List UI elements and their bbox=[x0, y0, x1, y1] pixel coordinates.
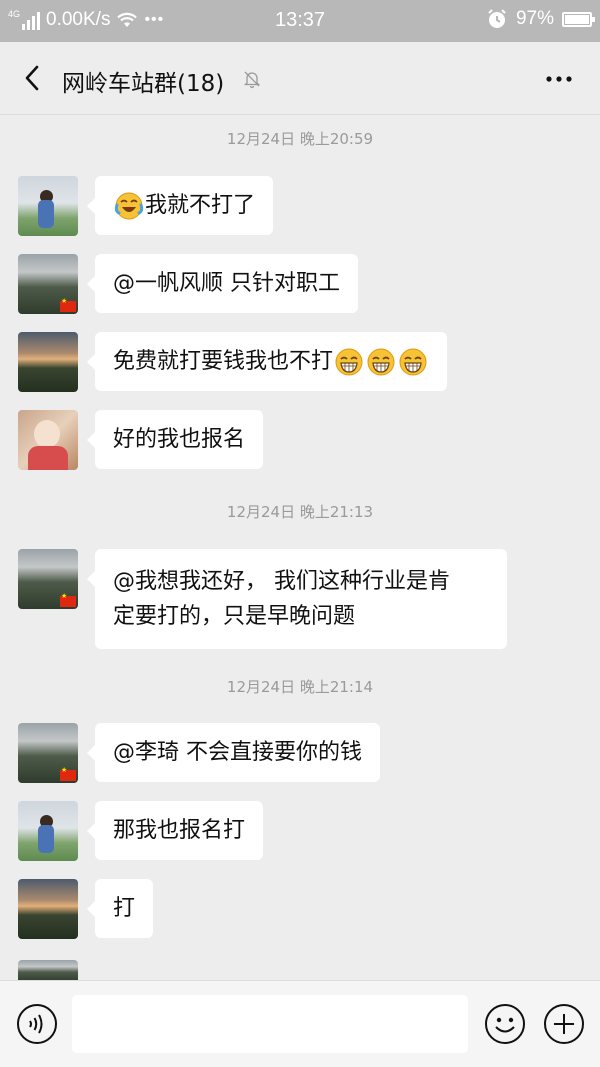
avatar[interactable] bbox=[18, 254, 78, 314]
message-row: 打 bbox=[18, 879, 154, 939]
message-bubble[interactable]: 我就不打了 bbox=[86, 176, 274, 235]
avatar[interactable] bbox=[18, 723, 78, 783]
timestamp: 12月24日 晚上21:13 bbox=[226, 503, 374, 521]
grinning-emoji-icon bbox=[399, 348, 427, 376]
message-text: 我就不打了 bbox=[145, 193, 256, 218]
voice-input-icon[interactable] bbox=[16, 1003, 58, 1045]
message-bubble[interactable]: @李琦 不会直接要你的钱 bbox=[87, 723, 380, 782]
chat-title: 网岭车站群(18) bbox=[62, 71, 225, 97]
message-row: 好的我也报名 bbox=[18, 410, 264, 470]
input-bar bbox=[0, 980, 600, 1067]
message-row: @李琦 不会直接要你的钱 bbox=[18, 723, 380, 783]
alarm-icon bbox=[488, 9, 506, 28]
battery-icon bbox=[562, 11, 595, 27]
chat-area[interactable]: 12月24日 晚上20:59 我就不打了 @一帆风顺 只针对职工 免费就打要钱我… bbox=[0, 114, 600, 980]
message-text: 免费就打要钱我也不打 bbox=[113, 349, 334, 374]
message-bubble[interactable]: 免费就打要钱我也不打 bbox=[86, 332, 448, 391]
message-bubble[interactable]: 好的我也报名 bbox=[86, 410, 264, 469]
avatar[interactable] bbox=[18, 332, 78, 392]
chat-header: 网岭车站群(18) bbox=[0, 42, 600, 115]
battery-percent: 97% bbox=[515, 8, 554, 29]
message-text: @李琦 不会直接要你的钱 bbox=[113, 740, 362, 765]
avatar[interactable] bbox=[18, 176, 78, 236]
plus-icon[interactable] bbox=[543, 1003, 585, 1045]
message-bubble[interactable]: 那我也报名打 bbox=[86, 801, 264, 860]
message-text-line: @我想我还好， 我们这种行业是肯 bbox=[113, 569, 450, 594]
avatar[interactable] bbox=[18, 879, 78, 939]
message-bubble[interactable]: @我想我还好， 我们这种行业是肯 定要打的，只是早晚问题 bbox=[87, 549, 507, 649]
status-bar: 4G 0.00K/s ••• 13:37 97% bbox=[0, 0, 600, 42]
avatar[interactable] bbox=[18, 801, 78, 861]
message-row: 我就不打了 bbox=[18, 176, 274, 236]
grinning-emoji-icon bbox=[335, 348, 363, 376]
message-bubble[interactable]: 打 bbox=[86, 879, 154, 938]
message-text: @一帆风顺 只针对职工 bbox=[113, 271, 340, 296]
back-arrow-icon[interactable] bbox=[18, 62, 50, 94]
message-row: @一帆风顺 只针对职工 bbox=[18, 254, 358, 314]
message-row: 免费就打要钱我也不打 bbox=[18, 332, 448, 392]
muted-bell-icon bbox=[243, 71, 261, 89]
emoji-icon[interactable] bbox=[484, 1003, 526, 1045]
message-row: @我想我还好， 我们这种行业是肯 定要打的，只是早晚问题 bbox=[18, 549, 507, 649]
message-text-line: 定要打的，只是早晚问题 bbox=[113, 604, 356, 629]
message-input[interactable] bbox=[72, 995, 468, 1053]
avatar-partial bbox=[18, 960, 78, 980]
message-bubble[interactable]: @一帆风顺 只针对职工 bbox=[87, 254, 358, 313]
laughing-tears-emoji-icon bbox=[114, 192, 144, 220]
more-options-icon[interactable] bbox=[544, 64, 574, 94]
avatar[interactable] bbox=[18, 410, 78, 470]
message-text: 那我也报名打 bbox=[113, 818, 246, 843]
timestamp: 12月24日 晚上21:14 bbox=[226, 678, 374, 696]
grinning-emoji-icon bbox=[367, 348, 395, 376]
message-text: 打 bbox=[113, 896, 136, 921]
message-row: 那我也报名打 bbox=[18, 801, 264, 861]
message-text: 好的我也报名 bbox=[113, 427, 246, 452]
status-right: 97% bbox=[486, 8, 595, 30]
avatar[interactable] bbox=[18, 549, 78, 609]
timestamp: 12月24日 晚上20:59 bbox=[226, 130, 374, 148]
